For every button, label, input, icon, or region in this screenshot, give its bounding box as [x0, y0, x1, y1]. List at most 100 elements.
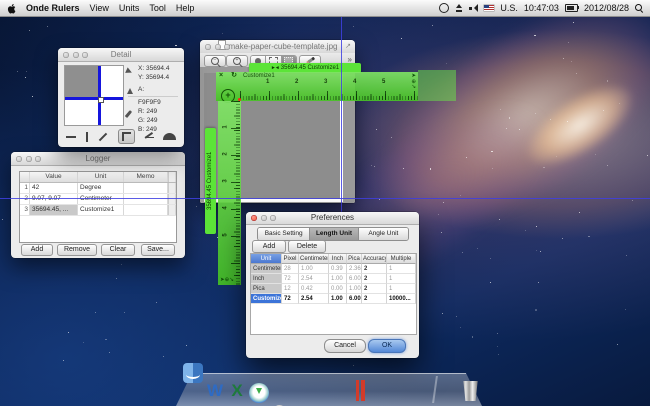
tab-basic-setting[interactable]: Basic Setting: [258, 228, 311, 240]
cell: 2.36: [347, 264, 362, 274]
col-accuracy[interactable]: Accuracy: [362, 254, 387, 264]
col-multiple[interactable]: Multiple: [387, 254, 416, 264]
col-pixel[interactable]: Pixel: [282, 254, 299, 264]
cancel-button[interactable]: Cancel: [324, 339, 366, 353]
minimize-button[interactable]: [25, 155, 32, 162]
add-unit-button[interactable]: Add: [252, 240, 286, 253]
menu-tool[interactable]: Tool: [149, 3, 166, 13]
tab-length-unit[interactable]: Length Unit: [310, 228, 359, 240]
cell: [124, 194, 168, 204]
h-ruler-end-icons[interactable]: ➤ ⊕ ↘: [411, 73, 416, 91]
cell: Customize1: [251, 294, 282, 304]
zoom-button[interactable]: [82, 51, 88, 58]
logger-row-2[interactable]: 29.07, 9.07Centimeter: [20, 194, 176, 205]
onde-rulers-icon[interactable]: [356, 380, 365, 401]
col-unit[interactable]: Unit: [78, 172, 124, 182]
col-pica[interactable]: Pica: [347, 254, 362, 264]
delete-unit-button[interactable]: Delete: [288, 240, 326, 253]
remove-button[interactable]: Remove: [57, 244, 97, 256]
app-menu-title[interactable]: Onde Rulers: [26, 3, 80, 13]
cell: Customize1: [78, 205, 124, 215]
menu-units[interactable]: Units: [119, 3, 140, 13]
ok-button[interactable]: OK: [368, 339, 406, 353]
image-window-titlebar[interactable]: make-paper-cube-template.jpg ↗: [200, 40, 355, 54]
close-button[interactable]: [16, 155, 22, 162]
zoom-out-button[interactable]: [204, 54, 226, 67]
menu-view[interactable]: View: [90, 3, 109, 13]
detail-titlebar[interactable]: Detail: [58, 48, 184, 62]
cell: 1: [387, 264, 416, 274]
logger-row-1[interactable]: 1 42 Degree: [20, 183, 176, 194]
col-centimeter[interactable]: Centimeter: [299, 254, 329, 264]
col-value[interactable]: Value: [30, 172, 78, 182]
col-inch[interactable]: Inch: [329, 254, 347, 264]
battery-icon[interactable]: [564, 4, 580, 12]
diagonal-line-tool-icon[interactable]: [98, 132, 108, 141]
minimize-button[interactable]: [260, 215, 267, 221]
zoom-in-button[interactable]: [226, 54, 248, 67]
unit-row-customize1[interactable]: Customize1722.541.006.00210000...: [251, 294, 416, 304]
logger-row-3[interactable]: 3 35694.45, ... Customize1: [20, 205, 176, 216]
excel-icon[interactable]: X: [227, 381, 247, 401]
downloads-icon[interactable]: [249, 383, 269, 403]
ruler-hub[interactable]: × ↻ +: [216, 72, 240, 103]
spotlight-icon[interactable]: [635, 3, 644, 13]
clear-button[interactable]: Clear: [101, 244, 135, 256]
vertical-ruler[interactable]: 1 2 3 4 5 ➤⊕↘: [218, 101, 241, 285]
zoom-button[interactable]: [224, 43, 230, 50]
star: [491, 150, 493, 153]
star: [562, 58, 564, 60]
close-button[interactable]: [63, 51, 69, 58]
logger-titlebar[interactable]: Logger: [11, 152, 185, 166]
eject-icon[interactable]: [455, 4, 463, 12]
zoom-button[interactable]: [270, 215, 276, 221]
vertical-line-tool-icon[interactable]: [86, 131, 88, 142]
col-memo[interactable]: Memo: [124, 172, 168, 182]
measure-tool-buttons: [62, 129, 180, 144]
unit-row-inch[interactable]: Inch 72 2.54 1.00 6.00 2 1: [251, 274, 416, 284]
protractor-tool-icon[interactable]: [163, 133, 176, 140]
close-button[interactable]: [251, 215, 257, 221]
unit-row-pica[interactable]: Pica 12 0.42 0.00 1.00 2 1: [251, 284, 416, 294]
close-button[interactable]: [205, 43, 211, 50]
finder-icon[interactable]: [183, 363, 203, 383]
minimize-button[interactable]: [72, 51, 79, 58]
add-button[interactable]: Add: [21, 244, 53, 256]
preferences-titlebar[interactable]: Preferences: [246, 212, 419, 225]
horizontal-ruler[interactable]: Customize1 1 2 3 4 5 ➤ ⊕ ↘: [240, 72, 418, 101]
angle-tool-icon[interactable]: [145, 132, 154, 142]
clock-date[interactable]: 2012/08/28: [584, 3, 629, 13]
unit-row-centimeter[interactable]: Centimeter 28 1.00 0.39 2.36 2 1: [251, 264, 416, 274]
col-unit[interactable]: Unit: [251, 254, 282, 264]
star: [573, 21, 574, 23]
zoom-button[interactable]: [35, 155, 41, 162]
v-ruler-major-ticks: [231, 101, 240, 285]
input-language-flag-icon[interactable]: [484, 4, 495, 12]
volume-icon[interactable]: [469, 3, 479, 13]
input-language-label[interactable]: U.S.: [500, 3, 518, 13]
h-ruler-number: 2: [295, 79, 299, 85]
star: [390, 136, 392, 138]
menu-help[interactable]: Help: [176, 3, 195, 13]
clock-time[interactable]: 10:47:03: [524, 3, 559, 13]
cell: 0.00: [329, 284, 347, 294]
save-button[interactable]: Save...: [141, 244, 175, 256]
sync-icon[interactable]: [439, 3, 450, 13]
crosshair-v: [98, 66, 102, 125]
ruler-unit-label: Customize1: [243, 73, 275, 79]
horizontal-line-tool-icon[interactable]: [66, 135, 76, 138]
star: [376, 129, 378, 131]
v-ruler-end-icons[interactable]: ➤⊕↘: [220, 277, 234, 284]
scrollbar[interactable]: [168, 172, 176, 182]
logger-table-body: 142Degree29.07, 9.07Centimeter335694.45,…: [20, 183, 176, 216]
ruler-rotate-icon[interactable]: ↻: [231, 72, 237, 80]
apple-menu-icon[interactable]: [7, 3, 18, 14]
cell: [124, 205, 168, 215]
star: [175, 44, 177, 47]
tab-angle-unit[interactable]: Angle Unit: [358, 228, 408, 240]
resize-icon[interactable]: ↗: [345, 43, 351, 50]
word-icon[interactable]: W: [205, 381, 225, 401]
minimize-button[interactable]: [214, 43, 221, 50]
corner-tool-button-selected[interactable]: [118, 129, 135, 144]
ruler-close-icon[interactable]: ×: [219, 72, 223, 80]
